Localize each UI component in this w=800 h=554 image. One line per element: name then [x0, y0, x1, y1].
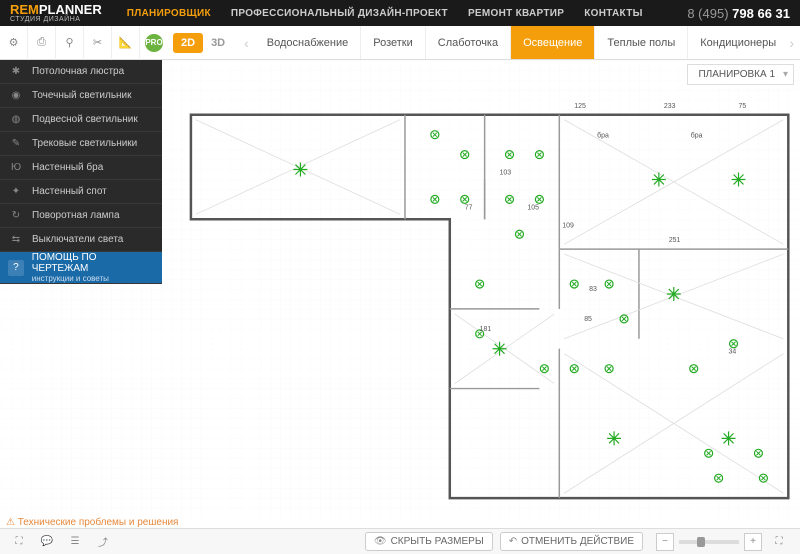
sidebar-item-rotatelamp[interactable]: ↻ Поворотная лампа — [0, 204, 162, 228]
svg-text:251: 251 — [669, 237, 681, 244]
sidebar-item-label: Выключатели света — [32, 234, 123, 245]
sidebar-item-switches[interactable]: ⇆ Выключатели света — [0, 228, 162, 252]
sconce-icon: Ю — [8, 162, 24, 173]
svg-text:77: 77 — [465, 204, 473, 211]
wallspot-icon: ✦ — [8, 186, 24, 197]
svg-text:75: 75 — [739, 103, 747, 110]
share-icon[interactable]: ⚲ — [56, 26, 84, 60]
tabs-scroll-right[interactable]: › — [783, 35, 800, 51]
layout-selector[interactable]: ПЛАНИРОВКА 1 — [687, 64, 794, 85]
help-subtitle: инструкции и советы — [32, 274, 154, 283]
pendant-icon: ◍ — [8, 114, 24, 125]
sidebar-item-label: Настенный спот — [32, 186, 107, 197]
svg-text:103: 103 — [500, 170, 512, 177]
tech-issues-link[interactable]: Технические проблемы и решения — [6, 517, 178, 528]
sidebar-item-track[interactable]: ✎ Трековые светильники — [0, 132, 162, 156]
logo-subtitle: СТУДИЯ ДИЗАЙНА — [10, 16, 102, 23]
ruler-icon[interactable]: 📐 — [112, 26, 140, 60]
tab-lowvoltage[interactable]: Слаботочка — [426, 26, 511, 59]
undo-icon: ↶ — [509, 536, 517, 547]
nav-design-project[interactable]: ПРОФЕССИОНАЛЬНЫЙ ДИЗАЙН-ПРОЕКТ — [231, 8, 448, 19]
zoom-control: − + ⛶ — [656, 531, 794, 553]
zoom-slider[interactable] — [679, 540, 739, 544]
undo-button[interactable]: ↶ ОТМЕНИТЬ ДЕЙСТВИЕ — [500, 532, 643, 551]
svg-text:85: 85 — [584, 316, 592, 323]
tab-lighting[interactable]: Освещение — [511, 26, 595, 59]
pro-badge[interactable]: PRO — [145, 34, 163, 52]
tab-ac[interactable]: Кондиционеры — [688, 26, 783, 59]
logo-rem: REM — [10, 2, 39, 17]
sidebar-item-spotlight[interactable]: ◉ Точечный светильник — [0, 84, 162, 108]
chandelier-icon: ✱ — [8, 66, 24, 77]
rotatelamp-icon: ↻ — [8, 210, 24, 221]
sidebar-item-label: Точечный светильник — [32, 90, 132, 101]
svg-text:109: 109 — [562, 222, 574, 229]
svg-text:181: 181 — [480, 326, 492, 333]
sidebar-item-label: Настенный бра — [32, 162, 103, 173]
svg-text:бра: бра — [691, 132, 703, 140]
view-3d-button[interactable]: 3D — [203, 33, 233, 53]
switch-icon: ⇆ — [8, 234, 24, 245]
help-title: ПОМОЩЬ ПО ЧЕРТЕЖАМ — [32, 252, 154, 274]
footer: ⛶ 💬 ☰ ⤴ 👁 СКРЫТЬ РАЗМЕРЫ ↶ ОТМЕНИТЬ ДЕЙСТВ… — [0, 528, 800, 554]
nav-contacts[interactable]: КОНТАКТЫ — [584, 8, 642, 19]
sidebar-item-chandelier[interactable]: ✱ Потолочная люстра — [0, 60, 162, 84]
hide-dims-label: СКРЫТЬ РАЗМЕРЫ — [391, 536, 484, 547]
nav-renovation[interactable]: РЕМОНТ КВАРТИР — [468, 8, 564, 19]
undo-label: ОТМЕНИТЬ ДЕЙСТВИЕ — [521, 536, 634, 547]
view-toggle: 2D 3D — [173, 33, 233, 53]
logo[interactable]: REMPLANNER СТУДИЯ ДИЗАЙНА — [10, 3, 102, 23]
upload-icon[interactable]: ⤴ — [90, 531, 116, 553]
svg-text:34: 34 — [729, 349, 737, 356]
tab-sockets[interactable]: Розетки — [361, 26, 426, 59]
print-icon[interactable]: ⎙ — [28, 26, 56, 60]
sidebar-item-label: Трековые светильники — [32, 138, 137, 149]
help-icon: ? — [8, 260, 24, 276]
zoom-in-button[interactable]: + — [744, 533, 762, 551]
settings-icon[interactable]: ⚙ — [0, 26, 28, 60]
layers-icon[interactable]: ☰ — [62, 531, 88, 553]
tabs-scroll-left[interactable]: ‹ — [238, 35, 255, 51]
svg-text:105: 105 — [527, 204, 539, 211]
view-2d-button[interactable]: 2D — [173, 33, 203, 53]
phone-num: 798 66 31 — [732, 6, 790, 21]
svg-text:бра: бра — [597, 132, 609, 140]
svg-text:83: 83 — [589, 286, 597, 293]
sidebar-item-label: Подвесной светильник — [32, 114, 138, 125]
phone-number: 8 (495) 798 66 31 — [687, 6, 790, 21]
tools-icon[interactable]: ✂ — [84, 26, 112, 60]
sidebar-help[interactable]: ? ПОМОЩЬ ПО ЧЕРТЕЖАМ инструкции и советы — [0, 252, 162, 284]
sidebar-item-sconce[interactable]: Ю Настенный бра — [0, 156, 162, 180]
nav-planner[interactable]: ПЛАНИРОВЩИК — [127, 8, 211, 19]
eye-off-icon: 👁 — [374, 536, 387, 547]
sidebar-item-pendant[interactable]: ◍ Подвесной светильник — [0, 108, 162, 132]
svg-text:233: 233 — [664, 103, 676, 110]
logo-planner: PLANNER — [39, 2, 102, 17]
phone-prefix: 8 (495) — [687, 6, 732, 21]
sidebar-item-label: Потолочная люстра — [32, 66, 124, 77]
toolbar: ⚙ ⎙ ⚲ ✂ 📐 PRO 2D 3D ‹ Водоснабжение Розе… — [0, 26, 800, 60]
lighting-tools-panel: ✱Потолочная люстра ◉Точечный светильник … — [0, 60, 162, 284]
tab-water[interactable]: Водоснабжение — [255, 26, 361, 59]
app-header: REMPLANNER СТУДИЯ ДИЗАЙНА ПЛАНИРОВЩИК ПР… — [0, 0, 800, 26]
track-icon: ✎ — [8, 138, 24, 149]
fullscreen-icon[interactable]: ⛶ — [6, 531, 32, 553]
zoom-out-button[interactable]: − — [656, 533, 674, 551]
spotlight-icon: ◉ — [8, 90, 24, 101]
chat-icon[interactable]: 💬 — [34, 531, 60, 553]
zoom-fit-icon[interactable]: ⛶ — [766, 531, 792, 553]
tab-heating[interactable]: Теплые полы — [595, 26, 688, 59]
hide-dimensions-button[interactable]: 👁 СКРЫТЬ РАЗМЕРЫ — [365, 532, 493, 551]
svg-text:125: 125 — [574, 103, 586, 110]
sidebar-item-wallspot[interactable]: ✦ Настенный спот — [0, 180, 162, 204]
sidebar-item-label: Поворотная лампа — [32, 210, 120, 221]
category-tabs: Водоснабжение Розетки Слаботочка Освещен… — [255, 26, 784, 59]
